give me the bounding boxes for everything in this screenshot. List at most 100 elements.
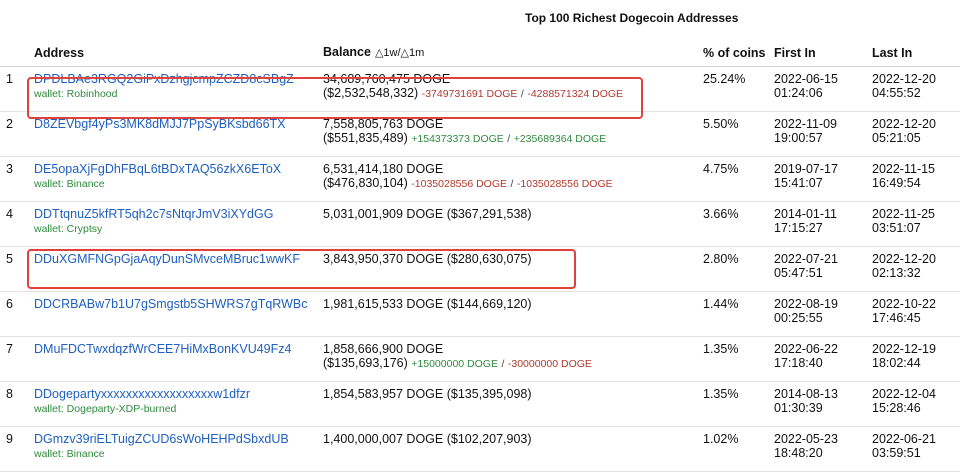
first-in-cell: 2019-07-17 15:41:07 [770,156,868,202]
first-in-cell: 2022-06-15 01:24:06 [770,66,868,112]
last-in-time: 16:49:54 [872,175,921,190]
rank-cell: 6 [0,291,30,337]
table-row: 8 DDogepartyxxxxxxxxxxxxxxxxxxw1dfzr walle… [0,381,960,427]
balance-cell: 1,858,666,900 DOGE ($135,693,176) +150000… [319,336,699,382]
last-in-cell: 2022-11-25 03:51:07 [868,201,960,247]
address-link[interactable]: DGmzv39riELTuigZCUD6sWoHEHPdSbxdUB [34,432,315,446]
first-in-time: 00:25:55 [774,310,823,325]
balance-cell: 3,843,950,370 DOGE ($280,630,075) [319,246,699,292]
wallet-label: wallet: Robinhood [34,87,118,100]
address-link[interactable]: D8ZEVbgf4yPs3MK8dMJJ7PpSyBKsbd66TX [34,117,315,131]
table-row: 5 DDuXGMFNGpGjaAqyDunSMvceMBruc1wwKF 3,843… [0,246,960,292]
change-separator: / [501,357,505,370]
balance-doge: 3,843,950,370 DOGE [323,251,444,266]
rank-cell: 3 [0,156,30,202]
first-in-cell: 2022-05-23 18:48:20 [770,426,868,472]
change-1w: +154373373 DOGE [411,132,504,145]
address-link[interactable]: DDuXGMFNGpGjaAqyDunSMvceMBruc1wwKF [34,252,315,266]
last-in-time: 02:13:32 [872,265,921,280]
first-in-time: 01:30:39 [774,400,823,415]
change-1m: -4288571324 DOGE [527,87,624,100]
last-in-time: 04:55:52 [872,85,921,100]
first-in-time: 05:47:51 [774,265,823,280]
last-in-date: 2022-12-20 [872,116,936,131]
table-header-row: Address Balance △1w/△1m % of coins First … [0,34,960,67]
last-in-cell: 2022-12-20 05:21:05 [868,111,960,157]
rank-cell: 1 [0,66,30,112]
balance-header[interactable]: Balance △1w/△1m [319,34,699,67]
address-cell: DE5opaXjFgDhFBqL6tBDxTAQ56zkX6EToX wallet… [30,156,319,202]
last-in-date: 2022-12-20 [872,251,936,266]
address-header[interactable]: Address [30,34,319,67]
first-in-header[interactable]: First In [770,34,868,67]
change-1m: -30000000 DOGE [507,357,592,370]
address-link[interactable]: DDTtqnuZ5kfRT5qh2c7sNtqrJmV3iXYdGG [34,207,315,221]
balance-doge: 7,558,805,763 DOGE [323,116,444,131]
address-link[interactable]: DPDLBAe3RGQ2GiPxDzhgjcmpZCZD8cSBgZ [34,72,315,86]
address-cell: DDogepartyxxxxxxxxxxxxxxxxxxw1dfzr wallet… [30,381,319,427]
last-in-time: 03:59:51 [872,445,921,460]
balance-delta-sort[interactable]: △1w/△1m [375,47,424,59]
first-in-time: 18:48:20 [774,445,823,460]
address-cell: DMuFDCTwxdqzfWrCEE7HiMxBonKVU49Fz4 [30,336,319,382]
last-in-cell: 2022-10-22 17:46:45 [868,291,960,337]
last-in-date: 2022-12-04 [872,386,936,401]
balance-doge: 1,858,666,900 DOGE [323,341,444,356]
first-in-cell: 2014-01-11 17:15:27 [770,201,868,247]
last-in-time: 18:02:44 [872,355,921,370]
wallet-label: wallet: Binance [34,447,105,460]
first-in-time: 15:41:07 [774,175,823,190]
change-1m: -1035028556 DOGE [516,177,613,190]
change-1w: +15000000 DOGE [411,357,498,370]
balance-usd: ($144,669,120) [446,296,532,311]
first-in-cell: 2014-08-13 01:30:39 [770,381,868,427]
pct-coins-cell: 4.75% [699,156,770,202]
address-cell: DPDLBAe3RGQ2GiPxDzhgjcmpZCZD8cSBgZ wallet… [30,66,319,112]
balance-cell: 1,854,583,957 DOGE ($135,395,098) [319,381,699,427]
last-in-cell: 2022-06-21 03:59:51 [868,426,960,472]
rank-cell: 4 [0,201,30,247]
change-1w: -1035028556 DOGE [411,177,508,190]
balance-cell: 34,689,760,475 DOGE ($2,532,548,332) -374… [319,66,699,112]
last-in-header[interactable]: Last In [868,34,960,67]
address-link[interactable]: DMuFDCTwxdqzfWrCEE7HiMxBonKVU49Fz4 [34,342,315,356]
pct-coins-cell: 1.02% [699,426,770,472]
first-in-date: 2019-07-17 [774,161,838,176]
first-in-cell: 2022-06-22 17:18:40 [770,336,868,382]
last-in-cell: 2022-11-15 16:49:54 [868,156,960,202]
address-link[interactable]: DDogepartyxxxxxxxxxxxxxxxxxxw1dfzr [34,387,315,401]
pct-coins-header[interactable]: % of coins [699,34,770,67]
pct-coins-cell: 2.80% [699,246,770,292]
last-in-date: 2022-12-19 [872,341,936,356]
balance-usd: ($135,693,176) [323,355,408,370]
balance-header-label: Balance [323,44,371,59]
first-in-date: 2022-06-15 [774,71,838,86]
balance-cell: 1,400,000,007 DOGE ($102,207,903) [319,426,699,472]
last-in-cell: 2022-12-20 04:55:52 [868,66,960,112]
rank-cell: 8 [0,381,30,427]
balance-usd: ($135,395,098) [446,386,532,401]
balance-cell: 1,981,615,533 DOGE ($144,669,120) [319,291,699,337]
last-in-date: 2022-06-21 [872,431,936,446]
change-separator: / [510,177,514,190]
wallet-label: wallet: Dogeparty-XDP-burned [34,402,177,415]
last-in-cell: 2022-12-04 15:28:46 [868,381,960,427]
table-row: 2 D8ZEVbgf4yPs3MK8dMJJ7PpSyBKsbd66TX 7,558… [0,111,960,157]
pct-coins-cell: 1.44% [699,291,770,337]
first-in-time: 01:24:06 [774,85,823,100]
first-in-time: 17:18:40 [774,355,823,370]
change-1m: +235689364 DOGE [513,132,607,145]
first-in-cell: 2022-07-21 05:47:51 [770,246,868,292]
first-in-date: 2022-07-21 [774,251,838,266]
address-cell: DGmzv39riELTuigZCUD6sWoHEHPdSbxdUB wallet… [30,426,319,472]
first-in-date: 2022-06-22 [774,341,838,356]
address-link[interactable]: DDCRBABw7b1U7gSmgstb5SHWRS7gTqRWBc [34,297,315,311]
wallet-label: wallet: Binance [34,177,105,190]
last-in-time: 03:51:07 [872,220,921,235]
rank-cell: 5 [0,246,30,292]
table-row: 9 DGmzv39riELTuigZCUD6sWoHEHPdSbxdUB walle… [0,426,960,472]
last-in-time: 17:46:45 [872,310,921,325]
balance-cell: 5,031,001,909 DOGE ($367,291,538) [319,201,699,247]
balance-doge: 1,854,583,957 DOGE [323,386,444,401]
address-link[interactable]: DE5opaXjFgDhFBqL6tBDxTAQ56zkX6EToX [34,162,315,176]
